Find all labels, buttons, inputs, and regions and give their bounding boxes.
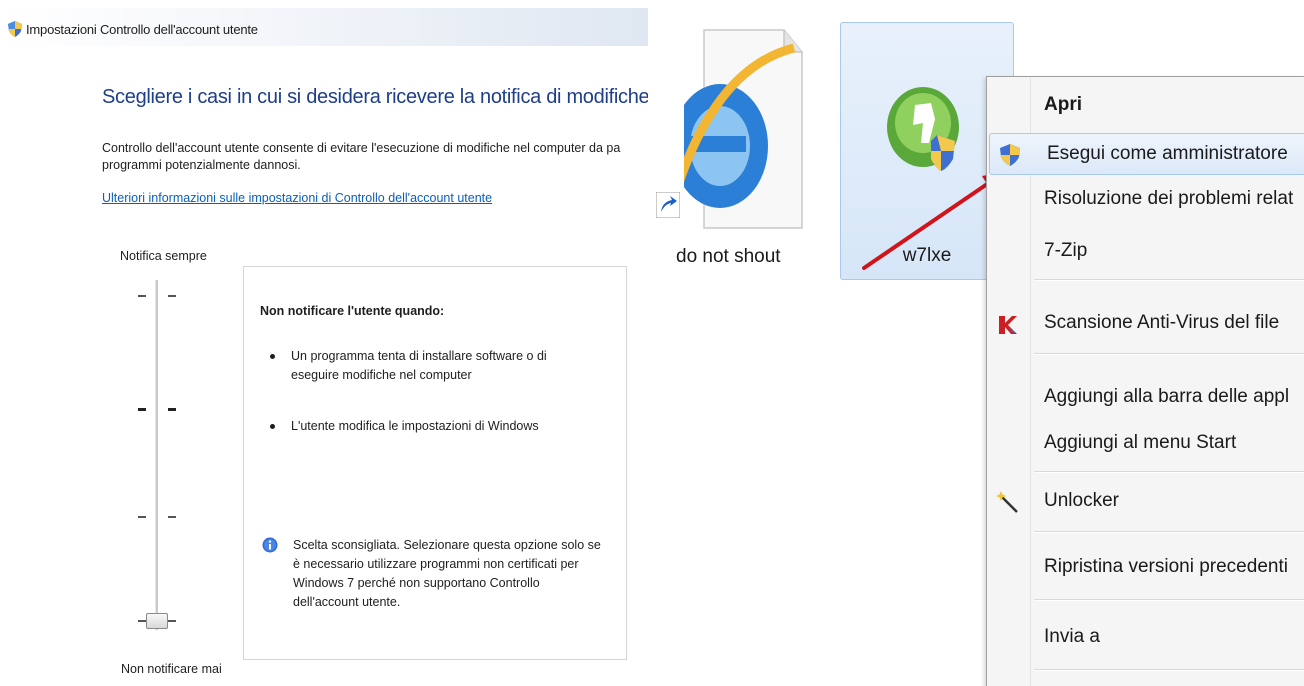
menu-item-label: Risoluzione dei problemi relat [1044, 188, 1294, 209]
unlocker-wand-icon [996, 491, 1018, 513]
slider-tick [168, 408, 176, 411]
slider-tick [138, 408, 146, 411]
slider-thumb[interactable] [146, 613, 168, 629]
notification-level-slider[interactable] [132, 280, 188, 640]
slider-tick [138, 516, 146, 518]
bullet-text: L'utente modifica le impostazioni di Win… [291, 419, 539, 433]
window-title: Impostazioni Controllo dell'account uten… [26, 22, 258, 37]
level-description-box: Non notificare l'utente quando: Un progr… [243, 266, 627, 660]
list-item: Un programma tenta di installare softwar… [270, 347, 590, 385]
menu-item-antivirus-scan[interactable]: Scansione Anti-Virus del file [987, 303, 1304, 345]
list-item: L'utente modifica le impostazioni di Win… [270, 417, 590, 436]
menu-item-unlocker[interactable]: Unlocker [987, 481, 1304, 523]
shortcut-arrow-icon [656, 192, 680, 218]
warning-note: Scelta sconsigliata. Selezionare questa … [293, 538, 601, 609]
bullet-text: Un programma tenta di installare softwar… [291, 349, 547, 382]
menu-separator [1034, 531, 1304, 533]
slider-track [155, 280, 158, 630]
menu-item-pin-taskbar[interactable]: Aggiungi alla barra delle appl [987, 377, 1304, 419]
bullet-dot [270, 424, 275, 429]
menu-item-label: Scansione Anti-Virus del file [1044, 312, 1280, 333]
menu-item-label: Aggiungi alla barra delle appl [1044, 386, 1290, 407]
menu-item-pin-start[interactable]: Aggiungi al menu Start [987, 423, 1304, 465]
bullet-dot [270, 354, 275, 359]
menu-item-send-to[interactable]: Invia a [987, 617, 1304, 659]
page-heading: Scegliere i casi in cui si desidera rice… [102, 86, 648, 108]
menu-separator [1034, 599, 1304, 601]
context-menu: Apri Esegui come amministratore Risoluzi… [986, 76, 1304, 686]
uac-settings-panel: Impostazioni Controllo dell'account uten… [0, 0, 648, 686]
menu-separator [1034, 353, 1304, 355]
info-icon [262, 537, 278, 553]
window-titlebar: Impostazioni Controllo dell'account uten… [0, 8, 648, 46]
menu-item-7zip[interactable]: 7-Zip [987, 231, 1304, 273]
menu-item-label: Unlocker [1044, 490, 1119, 511]
slider-tick [168, 516, 176, 518]
internet-explorer-shortcut-icon [684, 29, 803, 229]
slider-tick [168, 295, 176, 297]
slider-tick [138, 620, 146, 622]
kaspersky-icon [999, 316, 1017, 334]
more-info-link[interactable]: Ulteriori informazioni sulle impostazion… [102, 191, 492, 205]
menu-item-label: Ripristina versioni precedenti [1044, 556, 1288, 577]
slider-top-label: Notifica sempre [120, 249, 207, 263]
menu-item-apri[interactable]: Apri [987, 85, 1304, 127]
menu-separator [1034, 471, 1304, 473]
slider-tick [168, 620, 176, 622]
desktop-icon-label: do not shout [676, 246, 781, 267]
menu-item-label: Aggiungi al menu Start [1044, 432, 1237, 453]
menu-item-restore-versions[interactable]: Ripristina versioni precedenti [987, 547, 1304, 589]
panel-divider [648, 0, 656, 686]
level-description-title: Non notificare l'utente quando: [260, 304, 445, 318]
slider-bottom-label: Non notificare mai [121, 662, 222, 676]
desktop-context-menu-panel: do not shout w7lxe Apri Esegui come ammi… [656, 0, 1304, 686]
desktop-icon-do-not-shout[interactable]: do not shout [656, 20, 806, 280]
menu-item-label: Invia a [1044, 626, 1100, 647]
menu-separator [1034, 279, 1304, 281]
menu-item-troubleshoot[interactable]: Risoluzione dei problemi relat [987, 179, 1304, 221]
menu-item-label: Esegui come amministratore [1047, 143, 1288, 164]
menu-separator [1034, 669, 1304, 671]
uac-description: Controllo dell'account utente consente d… [102, 141, 621, 172]
menu-item-label: 7-Zip [1044, 240, 1088, 261]
uac-shield-icon [1000, 144, 1020, 166]
menu-item-run-as-admin[interactable]: Esegui come amministratore [989, 133, 1304, 175]
slider-tick [138, 295, 146, 297]
uac-shield-icon [8, 21, 22, 37]
menu-item-label: Apri [1044, 94, 1082, 115]
